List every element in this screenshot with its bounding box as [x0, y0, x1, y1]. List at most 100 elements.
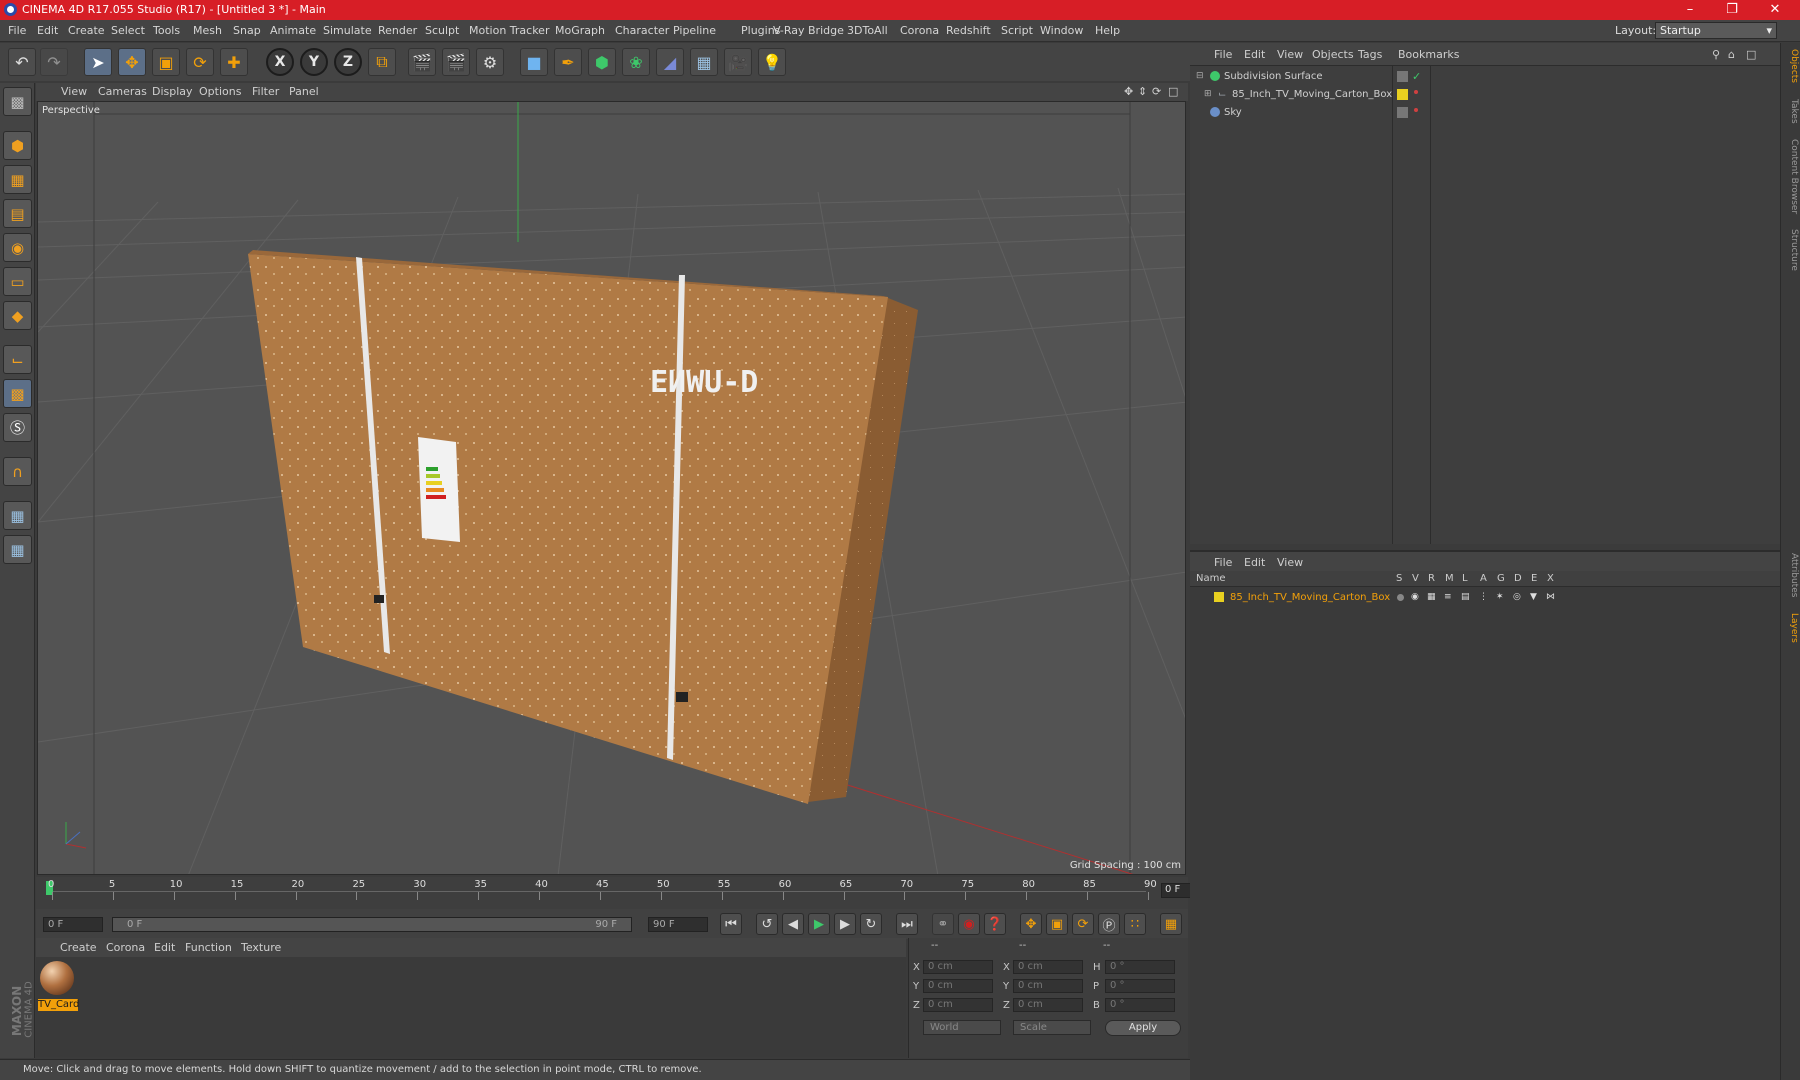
viewport-menu-panel[interactable]: Panel: [289, 85, 319, 98]
key-rotation-button[interactable]: ⟳: [1072, 913, 1094, 935]
col-manager[interactable]: M: [1445, 573, 1454, 584]
coordinate-mode-select[interactable]: World: [923, 1020, 1001, 1035]
deformer-icon[interactable]: ◎: [1513, 592, 1521, 602]
menu-script[interactable]: Script: [1001, 24, 1033, 37]
goto-start-button[interactable]: ⏮: [720, 913, 742, 935]
model-mode-button[interactable]: ⬢: [3, 131, 32, 160]
goto-end-button[interactable]: ⏭: [896, 913, 918, 935]
render-dot-icon[interactable]: [1414, 90, 1418, 94]
make-editable-button[interactable]: ▩: [3, 87, 32, 116]
layermgr-menu-file[interactable]: File: [1214, 556, 1232, 569]
manager-icon[interactable]: ≡: [1444, 592, 1452, 602]
next-key-button[interactable]: ↻: [860, 913, 882, 935]
objmgr-menu-tags[interactable]: Tags: [1358, 48, 1382, 61]
material-menu-texture[interactable]: Texture: [241, 941, 281, 954]
render-picture-viewer-button[interactable]: 🎬: [442, 48, 470, 76]
tab-layers[interactable]: Layers: [1783, 613, 1799, 643]
layermgr-menu-view[interactable]: View: [1277, 556, 1303, 569]
menu-vray-bridge[interactable]: V-Ray Bridge: [773, 24, 844, 37]
col-xref[interactable]: X: [1547, 573, 1554, 584]
menu-snap[interactable]: Snap: [233, 24, 261, 37]
menu-help[interactable]: Help: [1095, 24, 1120, 37]
viewport-menu-filter[interactable]: Filter: [252, 85, 279, 98]
solo-toggle-icon[interactable]: [1397, 594, 1404, 601]
next-frame-button[interactable]: ▶: [834, 913, 856, 935]
move-tool-button[interactable]: ✥: [118, 48, 146, 76]
layer-color-swatch[interactable]: [1214, 592, 1224, 602]
objmgr-menu-view[interactable]: View: [1277, 48, 1303, 61]
xref-icon[interactable]: ⋈: [1546, 592, 1555, 602]
material-menu-create[interactable]: Create: [60, 941, 97, 954]
menu-corona[interactable]: Corona: [900, 24, 939, 37]
pen-spline-button[interactable]: ✒: [554, 48, 582, 76]
dolly-view-icon[interactable]: ⇕: [1138, 85, 1147, 98]
panel-icon[interactable]: □: [1746, 48, 1756, 61]
snap-toggle-button[interactable]: Ⓢ: [3, 413, 32, 442]
size-mode-select[interactable]: Scale: [1013, 1020, 1091, 1035]
lock-icon[interactable]: ▤: [1461, 592, 1470, 602]
position-y-field[interactable]: 0 cm: [923, 979, 993, 993]
size-z-field[interactable]: 0 cm: [1013, 998, 1083, 1012]
menu-tools[interactable]: Tools: [153, 24, 180, 37]
pan-view-icon[interactable]: ✥: [1124, 85, 1133, 98]
collapse-icon[interactable]: ⊟: [1196, 71, 1204, 81]
search-icon[interactable]: ⚲: [1712, 48, 1720, 61]
col-animation[interactable]: A: [1480, 573, 1487, 584]
menu-animate[interactable]: Animate: [270, 24, 316, 37]
col-locked[interactable]: L: [1462, 573, 1468, 584]
layer-row[interactable]: 85_Inch_TV_Moving_Carton_Box ◉ ▦ ≡ ▤ ⋮ ✶…: [1190, 589, 1780, 607]
expression-icon[interactable]: ▼: [1530, 592, 1537, 602]
menu-pipeline[interactable]: Pipeline: [673, 24, 716, 37]
workplane-mode-button[interactable]: ▤: [3, 199, 32, 228]
undo-button[interactable]: ↶: [8, 48, 36, 76]
keyframe-selection-button[interactable]: ❓: [984, 913, 1006, 935]
scale-tool-button[interactable]: ▣: [152, 48, 180, 76]
end-frame-field[interactable]: 90 F: [648, 917, 708, 932]
minimize-icon[interactable]: –: [1670, 1, 1710, 19]
menu-sculpt[interactable]: Sculpt: [425, 24, 459, 37]
render-view-button[interactable]: 🎬: [408, 48, 436, 76]
start-frame-field[interactable]: 0 F: [43, 917, 103, 932]
size-y-field[interactable]: 0 cm: [1013, 979, 1083, 993]
edges-mode-button[interactable]: ▭: [3, 267, 32, 296]
tab-attributes[interactable]: Attributes: [1783, 553, 1799, 597]
viewport-menu-options[interactable]: Options: [199, 85, 241, 98]
menu-window[interactable]: Window: [1040, 24, 1083, 37]
object-row[interactable]: ⊞ ⌙ 85_Inch_TV_Moving_Carton_Box: [1190, 86, 1780, 104]
prev-frame-button[interactable]: ◀: [782, 913, 804, 935]
menu-mesh[interactable]: Mesh: [193, 24, 222, 37]
deformer-button[interactable]: ◢: [656, 48, 684, 76]
objmgr-menu-objects[interactable]: Objects: [1312, 48, 1354, 61]
material-menu-function[interactable]: Function: [185, 941, 232, 954]
menu-motion-tracker[interactable]: Motion Tracker: [469, 24, 549, 37]
menu-character[interactable]: Character: [615, 24, 669, 37]
menu-file[interactable]: File: [8, 24, 26, 37]
object-row[interactable]: ⊟ Subdivision Surface ✓: [1190, 68, 1780, 86]
rotate-tool-button[interactable]: ⟳: [186, 48, 214, 76]
render-dot-icon[interactable]: [1414, 108, 1418, 112]
material-menu-edit[interactable]: Edit: [154, 941, 175, 954]
play-button[interactable]: ▶: [808, 913, 830, 935]
objmgr-menu-file[interactable]: File: [1214, 48, 1232, 61]
rotation-p-field[interactable]: 0 °: [1105, 979, 1175, 993]
visibility-toggle-icon[interactable]: [1397, 107, 1408, 118]
polygons-mode-button[interactable]: ◆: [3, 301, 32, 330]
tab-takes[interactable]: Takes: [1783, 99, 1799, 124]
timeline-window-button[interactable]: ▦: [1160, 913, 1182, 935]
restore-icon[interactable]: ❐: [1712, 1, 1752, 19]
axis-z-lock-button[interactable]: Z: [334, 48, 362, 76]
menu-select[interactable]: Select: [111, 24, 145, 37]
material-tv-card[interactable]: TV_Card: [36, 957, 80, 1015]
rotation-b-field[interactable]: 0 °: [1105, 998, 1175, 1012]
position-x-field[interactable]: 0 cm: [923, 960, 993, 974]
menu-edit[interactable]: Edit: [37, 24, 58, 37]
objmgr-menu-bookmarks[interactable]: Bookmarks: [1398, 48, 1459, 61]
recent-tool-button[interactable]: ✚: [220, 48, 248, 76]
key-position-button[interactable]: ✥: [1020, 913, 1042, 935]
workplane-snap-button[interactable]: ▦: [3, 535, 32, 564]
autokey-button[interactable]: ◉: [958, 913, 980, 935]
home-icon[interactable]: ⌂: [1728, 48, 1735, 61]
points-mode-button[interactable]: ◉: [3, 233, 32, 262]
preview-range-slider[interactable]: 0 F 90 F: [112, 917, 632, 932]
viewport-menu-cameras[interactable]: Cameras: [98, 85, 147, 98]
